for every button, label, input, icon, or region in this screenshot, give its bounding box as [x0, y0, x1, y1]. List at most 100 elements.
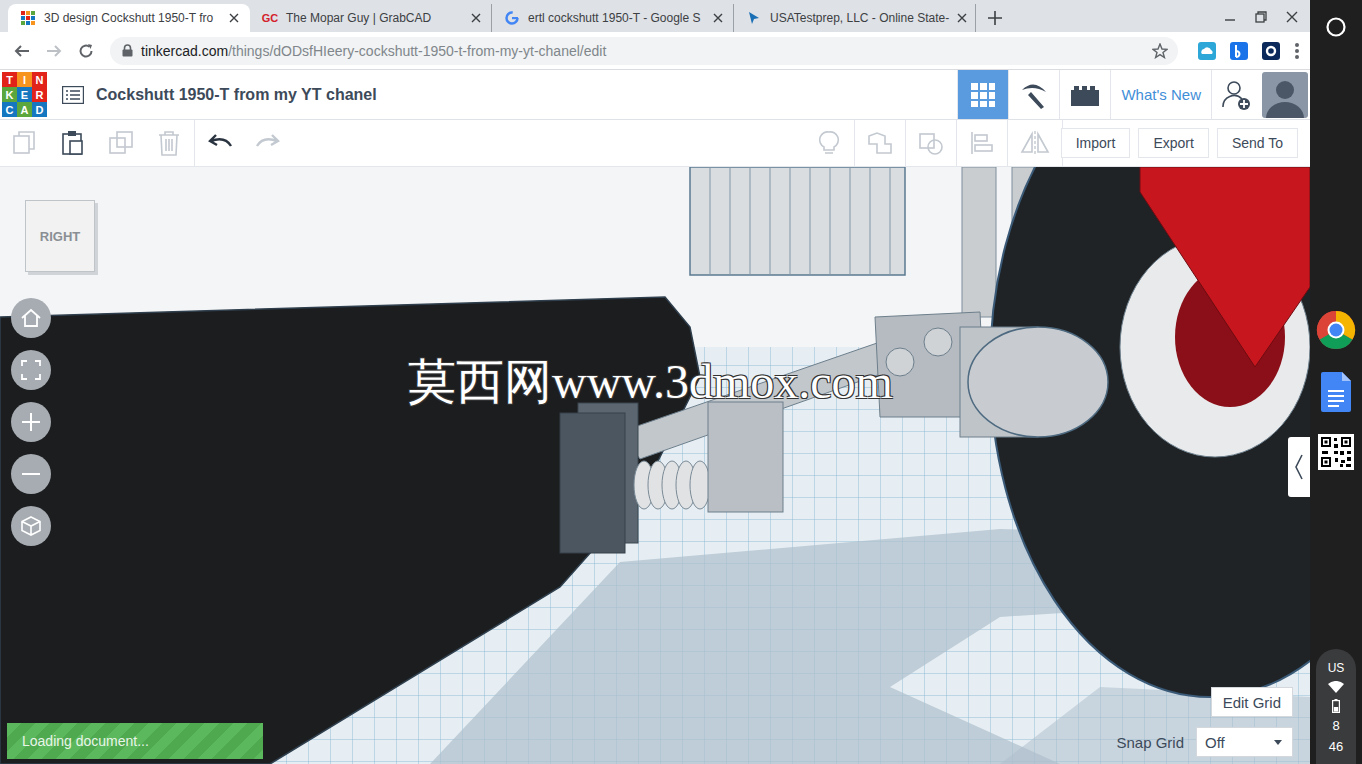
- trash-icon[interactable]: [156, 130, 182, 156]
- chrome-icon[interactable]: [1316, 310, 1356, 350]
- duplicate-icon[interactable]: [108, 130, 134, 156]
- logo-letter: A: [17, 102, 32, 117]
- logo-letter: D: [32, 102, 47, 117]
- reload-icon[interactable]: [78, 43, 94, 59]
- zoom-out-button[interactable]: [11, 454, 51, 494]
- tab-title: 3D design Cockshutt 1950-T fro: [44, 11, 221, 25]
- zoom-in-button[interactable]: [11, 402, 51, 442]
- shadow: [1000, 687, 1310, 764]
- design-title[interactable]: Cockshutt 1950-T from my YT chanel: [96, 86, 377, 104]
- close-icon[interactable]: [957, 13, 967, 23]
- close-icon[interactable]: [229, 13, 239, 23]
- tab-title: USATestprep, LLC - Online State-: [770, 11, 949, 25]
- logo-letter: E: [17, 87, 32, 102]
- view-mode-button[interactable]: [1059, 70, 1110, 119]
- design-list-icon[interactable]: [62, 86, 84, 104]
- view-mode-button[interactable]: [1008, 70, 1059, 119]
- o-extension-icon[interactable]: [1262, 42, 1280, 60]
- fit-view-icon: [20, 359, 42, 381]
- new-tab-plus-icon[interactable]: [988, 11, 1002, 25]
- zoom-out-icon: [20, 463, 42, 485]
- redo-icon[interactable]: [255, 130, 281, 156]
- paste-icon[interactable]: [60, 130, 86, 156]
- status-tray[interactable]: US846: [1316, 649, 1356, 764]
- user-avatar[interactable]: [1262, 72, 1308, 118]
- watermark: 莫西网www.3dmox.com: [408, 350, 893, 414]
- tinkercad-logo[interactable]: TINKERCAD: [2, 72, 47, 117]
- cylinder-end[interactable]: [968, 327, 1108, 437]
- browser-tab[interactable]: GC The Mopar Guy | GrabCAD: [250, 4, 492, 32]
- pinned-apps: [1316, 310, 1356, 470]
- menu-dots-icon[interactable]: [1294, 42, 1300, 60]
- favicon-icon: [504, 10, 520, 26]
- docs-icon[interactable]: [1321, 372, 1351, 412]
- forward-arrow-icon[interactable]: [46, 43, 62, 59]
- qr-code-icon[interactable]: [1318, 434, 1354, 470]
- fit-button[interactable]: [11, 350, 51, 390]
- minimize-icon[interactable]: [1224, 11, 1236, 23]
- snap-grid-value: Off: [1205, 734, 1225, 751]
- whats-new-link[interactable]: What's New: [1110, 70, 1212, 119]
- logo-letter: R: [32, 87, 47, 102]
- tab-bar: 3D design Cockshutt 1950-T fro GC The Mopa…: [0, 0, 1310, 32]
- copy-icon[interactable]: [12, 130, 38, 156]
- toolbar-button[interactable]: Send To: [1217, 128, 1298, 158]
- favicon-icon: [746, 10, 762, 26]
- ungroup-icon[interactable]: [918, 130, 944, 156]
- extensions: [1194, 42, 1300, 60]
- url-text: tinkercad.com/things/dODsfHIeery-cockshu…: [141, 43, 606, 59]
- align-icon[interactable]: [969, 130, 995, 156]
- caret-down-icon: [1274, 740, 1282, 745]
- back-arrow-icon[interactable]: [14, 43, 30, 59]
- lightbulb-icon[interactable]: [816, 130, 842, 156]
- avatar-icon: [1262, 72, 1308, 118]
- cloud-extension-icon[interactable]: [1198, 42, 1216, 60]
- add-user-icon[interactable]: [1222, 79, 1252, 111]
- b-extension-icon[interactable]: [1230, 42, 1248, 60]
- plate[interactable]: [560, 413, 625, 553]
- browser-tab[interactable]: ertl cockshutt 1950-T - Google S: [492, 4, 734, 32]
- close-icon[interactable]: [713, 13, 723, 23]
- url-field[interactable]: tinkercad.com/things/dODsfHIeery-cockshu…: [110, 37, 1178, 65]
- launcher-icon[interactable]: [1325, 16, 1347, 38]
- logo-letter: N: [32, 72, 47, 87]
- browser-tab[interactable]: USATestprep, LLC - Online State-: [734, 4, 976, 32]
- tab-title: The Mopar Guy | GrabCAD: [286, 11, 463, 25]
- browser-window: 3D design Cockshutt 1950-T fro GC The Mopa…: [0, 0, 1310, 764]
- browser-tab[interactable]: 3D design Cockshutt 1950-T fro: [8, 4, 250, 32]
- 3d-scene[interactable]: [0, 167, 1310, 764]
- view-mode-button[interactable]: [957, 70, 1008, 119]
- favicon-icon: [20, 10, 36, 26]
- view-cube[interactable]: RIGHT: [25, 200, 95, 272]
- loading-toast: Loading document...: [7, 723, 263, 759]
- pole[interactable]: [962, 167, 996, 317]
- fender[interactable]: [1140, 167, 1310, 367]
- undo-icon[interactable]: [207, 130, 233, 156]
- restore-icon[interactable]: [1255, 11, 1267, 23]
- clock-minute: 46: [1329, 740, 1343, 754]
- screen: 3D design Cockshutt 1950-T fro GC The Mopa…: [0, 0, 1362, 764]
- logo-letter: I: [17, 72, 32, 87]
- bookmark-star-icon[interactable]: [1152, 43, 1168, 59]
- home-button[interactable]: [11, 298, 51, 338]
- snap-grid: Snap Grid Off: [1116, 727, 1293, 757]
- favicon-icon: GC: [262, 10, 278, 26]
- block[interactable]: [708, 402, 783, 512]
- edit-grid-button[interactable]: Edit Grid: [1211, 687, 1293, 717]
- close-window-icon[interactable]: [1286, 11, 1298, 23]
- toolbar-button[interactable]: Import: [1061, 128, 1131, 158]
- os-shelf: US846: [1310, 0, 1362, 764]
- panel-toggle[interactable]: [1288, 437, 1310, 497]
- ortho-button[interactable]: [11, 506, 51, 546]
- workplane-viewport[interactable]: 莫西网www.3dmox.com RIGHT Loading document...…: [0, 167, 1310, 764]
- group-icon[interactable]: [867, 130, 893, 156]
- close-icon[interactable]: [471, 13, 481, 23]
- snap-grid-select[interactable]: Off: [1196, 727, 1293, 757]
- toolbar-button[interactable]: Export: [1138, 128, 1208, 158]
- edit-toolbar: ImportExport Send To: [0, 120, 1310, 167]
- radiator[interactable]: [690, 167, 905, 275]
- app-header: TINKERCAD Cockshutt 1950-T from my YT cha…: [0, 70, 1310, 120]
- mirror-icon[interactable]: [1020, 130, 1050, 156]
- snap-grid-label: Snap Grid: [1116, 734, 1184, 751]
- lock-icon: [122, 44, 133, 57]
